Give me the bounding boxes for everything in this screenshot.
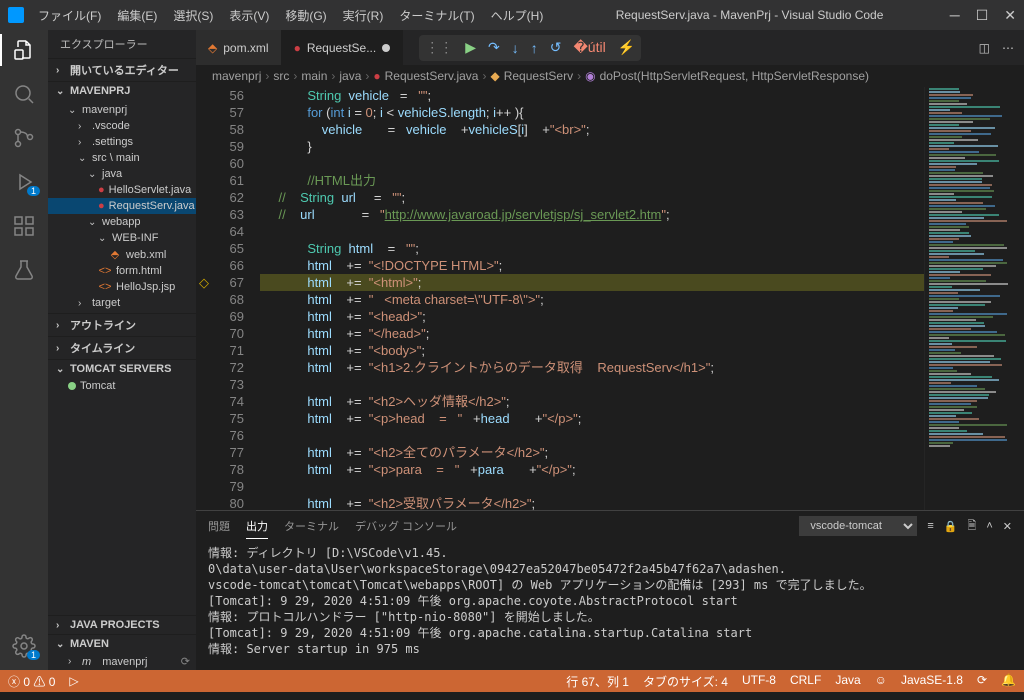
tomcat-server-item[interactable]: Tomcat: [48, 378, 196, 394]
breadcrumb[interactable]: mavenprj› src› main› java› ●RequestServ.…: [196, 65, 1024, 87]
restart-icon[interactable]: ↺: [550, 39, 562, 56]
code-editor[interactable]: ◇ 56575859606162636465666768697071727374…: [196, 87, 1024, 510]
debug-toolbar[interactable]: ⋮⋮ ▶ ↷ ↓ ↑ ↺ �útil ⚡: [419, 35, 641, 61]
tree-helloservlet[interactable]: ●HelloServlet.java: [48, 182, 196, 198]
tree-mavenprj[interactable]: ⌄mavenprj: [48, 102, 196, 118]
clear-output-icon[interactable]: ≡: [927, 520, 933, 532]
tree-webxml[interactable]: ⬘web.xml: [48, 246, 196, 263]
step-into-icon[interactable]: ↓: [512, 40, 519, 56]
status-line-col[interactable]: 行 67、列 1: [566, 673, 629, 690]
bottom-panel: 問題 出力 ターミナル デバッグ コンソール vscode-tomcat ≡ 🔒…: [196, 510, 1024, 670]
menu-run[interactable]: 実行(R): [337, 3, 390, 28]
source-control-icon[interactable]: [12, 126, 36, 150]
outline-header[interactable]: ›アウトライン: [48, 313, 196, 336]
continue-icon[interactable]: ▶: [465, 39, 476, 56]
menu-selection[interactable]: 選択(S): [167, 3, 219, 28]
status-dot-icon: [68, 382, 76, 390]
maven-project-item[interactable]: ›m mavenprj⟳: [48, 653, 196, 670]
drag-grip-icon[interactable]: ⋮⋮: [425, 39, 453, 56]
step-over-icon[interactable]: ↷: [488, 39, 500, 56]
window-title: RequestServ.java - MavenPrj - Visual Stu…: [549, 8, 949, 22]
minimap[interactable]: [924, 87, 1024, 510]
panel-tab-terminal[interactable]: ターミナル: [284, 514, 339, 538]
editor-area: ⬘pom.xml ●RequestSe... ⋮⋮ ▶ ↷ ↓ ↑ ↺ �úti…: [196, 30, 1024, 670]
status-sync-icon[interactable]: ⟳: [977, 673, 987, 690]
open-editors-header[interactable]: ›開いているエディター: [48, 58, 196, 81]
vscode-icon: [8, 7, 24, 23]
hot-reload-icon[interactable]: ⚡: [618, 39, 635, 56]
minimize-button[interactable]: ─: [950, 7, 960, 24]
editor-tabs: ⬘pom.xml ●RequestSe... ⋮⋮ ▶ ↷ ↓ ↑ ↺ �úti…: [196, 30, 1024, 65]
panel-tab-output[interactable]: 出力: [246, 514, 268, 539]
project-header[interactable]: ⌄MAVENPRJ: [48, 81, 196, 100]
maximize-button[interactable]: ☐: [976, 7, 989, 24]
sidebar: エクスプローラー ›開いているエディター ⌄MAVENPRJ ⌄mavenprj…: [48, 30, 196, 670]
close-button[interactable]: ✕: [1004, 7, 1016, 24]
status-feedback-icon[interactable]: ☺: [875, 673, 887, 690]
settings-icon[interactable]: 1: [12, 634, 36, 658]
timeline-header[interactable]: ›タイムライン: [48, 336, 196, 359]
tree-webinf[interactable]: ⌄WEB-INF: [48, 230, 196, 246]
extensions-icon[interactable]: [12, 214, 36, 238]
tree-target[interactable]: ›target: [48, 295, 196, 311]
status-eol[interactable]: CRLF: [790, 673, 821, 690]
menubar: ファイル(F) 編集(E) 選択(S) 表示(V) 移動(G) 実行(R) ター…: [32, 3, 549, 28]
menu-file[interactable]: ファイル(F): [32, 3, 107, 28]
step-out-icon[interactable]: ↑: [531, 40, 538, 56]
open-log-icon[interactable]: 🗎: [967, 517, 976, 536]
tree-settings[interactable]: ›.settings: [48, 134, 196, 150]
more-actions-icon[interactable]: ⋯: [1002, 41, 1014, 55]
modified-dot-icon: [382, 44, 390, 52]
tree-vscode[interactable]: ›.vscode: [48, 118, 196, 134]
maven-header[interactable]: ⌄MAVEN: [48, 634, 196, 653]
menu-terminal[interactable]: ターミナル(T): [393, 3, 480, 28]
tree-hellojsp[interactable]: <>HelloJsp.jsp: [48, 279, 196, 295]
panel-tab-debug[interactable]: デバッグ コンソール: [355, 514, 457, 538]
java-projects-header[interactable]: ›JAVA PROJECTS: [48, 615, 196, 634]
menu-view[interactable]: 表示(V): [223, 3, 275, 28]
status-debug-start[interactable]: ▷: [69, 674, 78, 688]
tree-webapp[interactable]: ⌄webapp: [48, 214, 196, 230]
activitybar: 1 1: [0, 30, 48, 670]
tree-formhtml[interactable]: <>form.html: [48, 263, 196, 279]
titlebar: ファイル(F) 編集(E) 選択(S) 表示(V) 移動(G) 実行(R) ター…: [0, 0, 1024, 30]
status-jdk[interactable]: JavaSE-1.8: [901, 673, 963, 690]
status-language[interactable]: Java: [835, 673, 860, 690]
test-icon[interactable]: [12, 258, 36, 282]
statusbar: ⓧ 0 ⚠ 0 ▷ 行 67、列 1 タブのサイズ: 4 UTF-8 CRLF …: [0, 670, 1024, 692]
tomcat-header[interactable]: ⌄TOMCAT SERVERS: [48, 359, 196, 378]
menu-go[interactable]: 移動(G): [279, 3, 332, 28]
explorer-icon[interactable]: [12, 38, 36, 62]
disconnect-icon[interactable]: �útil: [573, 39, 605, 56]
status-tabsize[interactable]: タブのサイズ: 4: [643, 673, 728, 690]
output-channel-select[interactable]: vscode-tomcat: [799, 516, 917, 536]
status-bell-icon[interactable]: 🔔: [1001, 673, 1016, 690]
run-debug-icon[interactable]: 1: [12, 170, 36, 194]
status-encoding[interactable]: UTF-8: [742, 673, 776, 690]
tree-java[interactable]: ⌄java: [48, 166, 196, 182]
panel-collapse-icon[interactable]: ˄: [986, 520, 992, 532]
sidebar-title: エクスプローラー: [48, 30, 196, 58]
split-editor-icon[interactable]: ◫: [979, 41, 990, 55]
status-errors[interactable]: ⓧ 0 ⚠ 0: [8, 673, 55, 690]
tab-requestserv[interactable]: ●RequestSe...: [282, 30, 404, 65]
output-content[interactable]: 情報: ディレクトリ [D:\VSCode\v1.45. 0\data\user…: [196, 541, 1024, 670]
tree-requestserv[interactable]: ●RequestServ.java: [48, 198, 196, 214]
search-icon[interactable]: [12, 82, 36, 106]
menu-edit[interactable]: 編集(E): [111, 3, 163, 28]
lock-scroll-icon[interactable]: 🔒: [944, 520, 958, 533]
menu-help[interactable]: ヘルプ(H): [485, 3, 550, 28]
panel-tab-problems[interactable]: 問題: [208, 514, 230, 538]
tab-pom[interactable]: ⬘pom.xml: [196, 30, 282, 65]
tree-srcmain[interactable]: ⌄src \ main: [48, 150, 196, 166]
panel-close-icon[interactable]: ✕: [1003, 520, 1012, 533]
